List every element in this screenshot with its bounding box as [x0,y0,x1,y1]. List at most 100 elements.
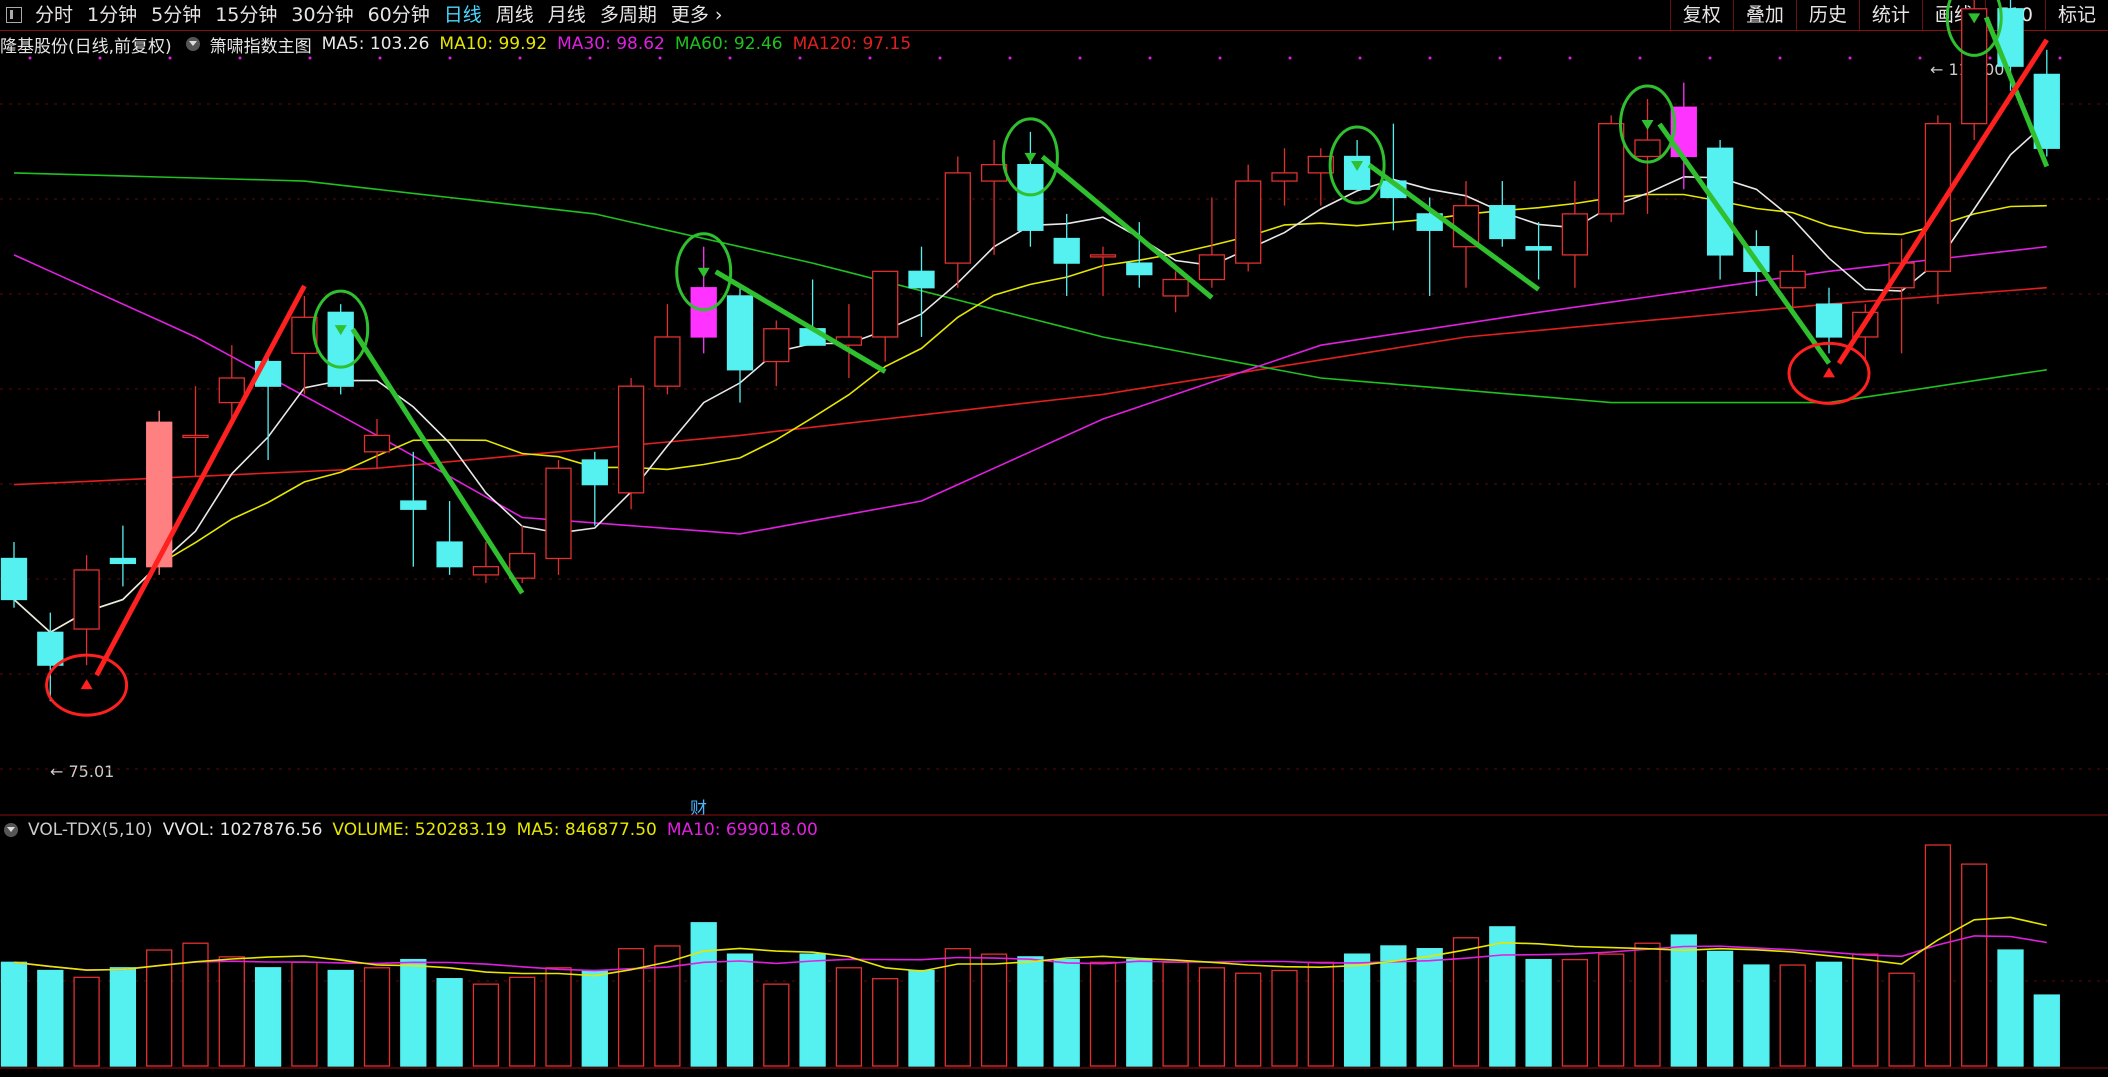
candle-body [1961,8,1988,125]
ma-marker-dot [1288,56,1292,60]
candle-body [617,385,645,494]
candlestick-chart[interactable] [0,0,2108,1077]
ma-marker-dot [1148,56,1152,60]
candle-body [763,328,790,363]
ma-marker-dot [588,56,592,60]
volume-bar [1815,961,1843,1067]
candle-body [1706,147,1734,256]
volume-bar [1162,961,1189,1067]
ma30-line [13,245,2047,535]
ma-marker-dot [798,56,802,60]
candle-body [908,270,935,289]
volume-bar [146,949,173,1067]
ma-marker-dot [98,56,102,60]
sell-arrow-icon [1641,120,1654,131]
candle-body [363,434,391,453]
ma-marker-dot [1358,56,1362,60]
volume-bar [1416,948,1443,1067]
volume-bar [1235,972,1262,1067]
candle-body [726,295,754,371]
candle-body [509,552,536,579]
volume-bar [799,953,826,1067]
ma-marker-dot [518,56,522,60]
volume-bar [509,976,536,1067]
candle-body [37,631,64,666]
ma-marker-dot [238,56,242,60]
volume-bar [291,961,318,1067]
candle-body [73,569,100,630]
candle-body [1089,254,1117,258]
sell-arrow-icon [697,267,710,278]
candle-body [327,311,354,387]
ma-marker-dot [1708,56,1712,60]
ma-marker-dot [1848,56,1852,60]
candle-body [109,557,137,565]
ma-marker-dot [448,56,452,60]
sell-arrow-icon [1024,152,1037,163]
volume-bar [1017,956,1044,1067]
volume-bar [0,961,28,1067]
candle-body [545,467,572,560]
volume-bar [218,956,245,1067]
volume-bar [1126,958,1153,1067]
volume-bar [1307,961,1334,1067]
volume-bar [1961,863,1988,1067]
ma-marker-dot [868,56,872,60]
candle-body [0,557,28,601]
ma-marker-dot [308,56,312,60]
volume-bar [1561,958,1589,1067]
candle-body [1235,180,1262,264]
volume-bar [1525,958,1552,1067]
ma-marker-dot [2058,56,2062,60]
candle-body [1598,122,1625,215]
volume-bar [1634,942,1661,1067]
ma-marker-dot [1218,56,1222,60]
candle-body [1779,270,1806,289]
candle-body [944,172,971,264]
volume-bar [1053,958,1080,1067]
ma-marker-dot [1008,56,1012,60]
candle-body [1525,246,1552,251]
volume-bar [872,978,899,1067]
volume-bar [400,958,427,1067]
volume-bar [1743,964,1770,1067]
volume-bar [1852,953,1879,1067]
volume-bar [1670,934,1697,1067]
ma120-line [13,286,2047,486]
volume-bar [1888,972,1915,1067]
ma-marker-dot [938,56,942,60]
buy-trend-arrow [94,284,307,677]
ma-marker-dot [728,56,732,60]
ma-marker-dot [1428,56,1432,60]
candle-body [581,459,608,486]
volume-bar [1997,949,2024,1067]
volume-bar [1779,964,1806,1067]
candle-body [2033,73,2060,149]
candle-body [1561,213,1589,256]
volume-bar [2033,994,2060,1067]
ma-marker-dot [658,56,662,60]
candle-body [1017,164,1044,231]
ma-marker-dot [1918,56,1922,60]
volume-bar [980,953,1008,1067]
ma-marker-dot [1568,56,1572,60]
candle-body [1489,205,1516,240]
volume-bar [1598,953,1625,1067]
volume-bar [1089,961,1117,1067]
ma-marker-dot [1778,56,1782,60]
candle-body [218,377,245,404]
ma-marker-dot [168,56,172,60]
buy-arrow-icon [1823,367,1835,378]
ma-marker-dot [1078,56,1082,60]
volume-bar [109,967,137,1067]
ma10-line [13,193,2047,634]
buy-trend-arrow [1836,38,2049,365]
candle-body [182,434,209,439]
volume-bar [763,983,790,1067]
volume-bar [908,969,935,1067]
volume-bar [1343,953,1371,1067]
ma-marker-dot [378,56,382,60]
ma-marker-dot [28,56,32,60]
candle-body [872,270,899,338]
candle-body [1053,237,1080,264]
